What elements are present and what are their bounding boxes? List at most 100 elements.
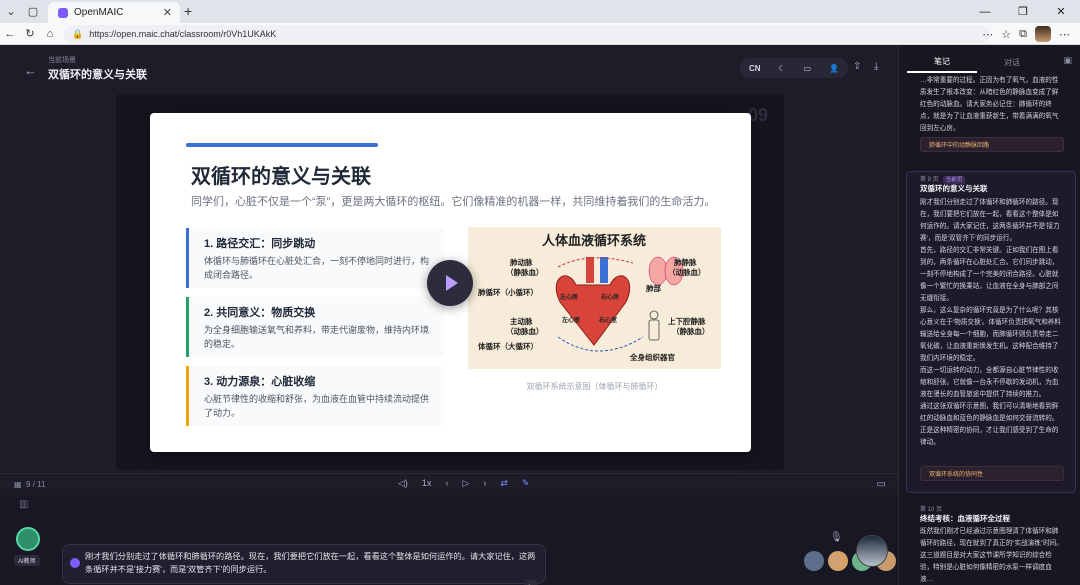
url-field[interactable]: 🔒 https://open.maic.chat/classroom/r0Vh1… [64, 25, 990, 43]
diagram-label: 上下腔静脉 [668, 316, 706, 326]
person-head [649, 310, 659, 320]
playback-controls: ◁) 1x ‹ ▷ › ⇄ ✎ [398, 478, 529, 489]
presentation-icon[interactable]: ▭ [804, 64, 812, 73]
user-avatar[interactable] [856, 535, 888, 567]
volume-icon[interactable]: ◁) [398, 478, 408, 489]
note-paragraph: 刚才我们分别走过了体循环和肺循环的路径。现在，我们要把它们放在一起，看看这个整体… [920, 199, 1060, 242]
scene-label: 当前场景 [48, 57, 76, 64]
chat-toggle-icon[interactable]: ▭ [877, 479, 886, 490]
diagram-label: （动脉血） [506, 326, 544, 336]
slide-card-3: 3. 动力源泉：心脏收缩 心脏节律性的收缩和舒张，为血液在血管中持续流动提供了动… [186, 366, 444, 426]
browser-tab[interactable]: OpenMAIC ✕ [48, 2, 180, 23]
close-window-icon[interactable]: ✕ [1042, 0, 1080, 23]
next-icon[interactable]: › [483, 478, 486, 489]
participant-avatar[interactable] [804, 551, 824, 571]
pen-icon[interactable]: ✎ [522, 478, 530, 489]
play-button[interactable] [427, 260, 473, 306]
book-icon[interactable]: ▥ [19, 499, 39, 511]
diagram-label: 右心房 [600, 293, 619, 301]
prev-icon[interactable]: ‹ [445, 478, 448, 489]
collections-icon[interactable]: ⧉ [1019, 28, 1027, 41]
current-note-body: 刚才我们分别走过了体循环和肺循环的路径。现在，我们要把它们放在一起，看看这个整体… [920, 197, 1064, 484]
tab-title: OpenMAIC [74, 7, 124, 18]
card-text: 体循环与肺循环在心脏处汇合，一刻不停地同时进行，构成闭合路径。 [204, 256, 430, 280]
note-chip[interactable]: 双循环系统的协同性 [920, 466, 1064, 481]
card-title: 3. 动力源泉：心脏收缩 [204, 376, 316, 388]
sidebar-tabs: 笔记 对话 [907, 53, 1075, 75]
browser-actions: ⋯ ☆ ⧉ ⋯ [982, 26, 1070, 42]
card-text: 心脏节律性的收缩和舒张，为血液在血管中持续流动提供了动力。 [204, 394, 430, 418]
vena-vessel [600, 257, 608, 283]
note-page-meta: 第 9 页当前页 [920, 174, 966, 184]
slide-accent-bar [186, 143, 378, 147]
profile-avatar[interactable] [1035, 26, 1051, 42]
tab-menu-icon[interactable]: ⌄ [0, 0, 22, 23]
note-title: 终结考核：血液循环全过程 [920, 514, 1010, 523]
lock-icon: 🔒 [72, 28, 84, 39]
chat-area: ▥ AI教师 刚才我们分别走过了体循环和肺循环的路径。现在，我们要把它们放在一起… [0, 495, 898, 585]
play-small-icon[interactable]: ▷ [462, 478, 469, 489]
slide-subtitle: 同学们，心脏不仅是一个“泵”，更是两大循环的枢纽。它们像精准的机器一样，共同维持… [191, 196, 716, 208]
previous-note-text: …非常重要的过程。正因为有了氧气，血液的性质发生了根本改变：从暗红色的静脉血变成… [920, 77, 1059, 132]
chat-bubble: 刚才我们分别走过了体循环和肺循环的路径。现在，我们要把它们放在一起，看看这个整体… [62, 544, 546, 584]
more-dots-icon[interactable]: ⋯ [982, 28, 993, 41]
minimize-icon[interactable]: — [966, 0, 1004, 23]
speed-button[interactable]: 1x [422, 478, 432, 489]
microphone-icon[interactable]: 🎙 [830, 532, 843, 543]
heart-shape [555, 275, 631, 346]
next-note-body: 既然我们刚才已经通过示意图理清了体循环和肺循环的路径，现在就到了真正的“实战演练… [920, 528, 1063, 582]
collapse-panel-icon[interactable]: ▣ [1063, 55, 1072, 66]
chip-label: 肺循环中的动静脉回路 [929, 143, 990, 149]
next-note-title: 终结考核：血液循环全过程 [920, 513, 1064, 526]
note-paragraph: 那么，这么复杂的循环究竟是为了什么呢？其核心意义在于'物质交换'。体循环负责把氧… [920, 307, 1061, 362]
ai-teacher-avatar[interactable] [16, 527, 40, 551]
grid-icon[interactable]: ▦ [14, 480, 22, 489]
back-arrow-icon[interactable]: ← [24, 63, 37, 78]
diagram-label: 全身组织器官 [629, 352, 675, 362]
ai-teacher-label: AI教师 [14, 555, 40, 566]
pulmonary-arrow [557, 257, 634, 268]
download-icon[interactable]: ⤓ [874, 61, 878, 72]
workspaces-icon[interactable]: ▢ [22, 0, 44, 23]
chat-bubble-icon[interactable]: ▢ [830, 555, 839, 566]
diagram-caption: 双循环系统示意图（体循环与肺循环） [526, 382, 663, 391]
settings-menu-icon[interactable]: ⋯ [1059, 28, 1070, 41]
language-button[interactable]: CN [749, 64, 761, 73]
user-icon[interactable]: 👤 [829, 64, 839, 73]
browser-tabbar: ⌄ ▢ OpenMAIC ✕ + — ❐ ✕ [0, 0, 1080, 23]
diagram-label: 肺部 [646, 283, 661, 293]
share-icon[interactable]: ⇪ [853, 61, 861, 72]
new-tab-button[interactable]: + [184, 3, 192, 19]
chip-label: 双循环系统的协同性 [929, 472, 984, 478]
url-text: https://open.maic.chat/classroom/r0Vh1UK… [89, 29, 277, 39]
current-note-title: 双循环的意义与关联 [920, 183, 1064, 196]
home-icon[interactable]: ⌂ [40, 28, 60, 40]
reload-icon[interactable]: ↻ [20, 27, 40, 40]
theme-moon-icon[interactable]: ☾ [778, 64, 785, 73]
speaker-dot-icon [70, 558, 80, 568]
diagram-label: 体循环（大循环） [478, 341, 538, 351]
note-paragraph: 通过这张双循环示意图，我们可以清晰地看到鲜红的动脉血和蓝色的静脉血是如何交替流转… [920, 403, 1059, 446]
window-controls: — ❐ ✕ [966, 0, 1080, 23]
slide-counter: ▦ 9 / 11 [14, 480, 45, 489]
diagram-label: 肺循环（小循环） [478, 287, 538, 297]
diagram-label: （动脉血） [668, 267, 706, 277]
close-tab-icon[interactable]: ✕ [163, 6, 172, 19]
diagram-label: 左心室 [561, 316, 580, 324]
view-toolbar: CN ☾ ▭ 👤 [740, 58, 848, 78]
slide-card-1: 1. 路径交汇：同步跳动 体循环与肺循环在心脏处汇合，一刻不停地同时进行，构成闭… [186, 228, 444, 288]
aorta-vessel [586, 257, 594, 283]
favorite-star-icon[interactable]: ☆ [1001, 28, 1011, 41]
note-paragraph: 首先，路径的交汇非常关键。正如我们在图上看到的，两条循环在心脏处汇合。它们同步跳… [920, 247, 1059, 302]
person-body [648, 319, 660, 341]
tab-chat[interactable]: 对话 [977, 57, 1047, 72]
tab-notes[interactable]: 笔记 [907, 56, 977, 73]
loop-icon[interactable]: ⇄ [500, 478, 508, 489]
card-text: 为全身细胞输送氧气和养料，带走代谢废物，维持内环境的稳定。 [204, 325, 430, 349]
restore-icon[interactable]: ❐ [1004, 0, 1042, 23]
note-chip[interactable]: 肺循环中的动静脉回路 [920, 137, 1064, 152]
card-title: 1. 路径交汇：同步跳动 [204, 238, 316, 250]
back-nav-icon[interactable]: ← [0, 28, 20, 40]
main-area: ← 当前场景 双循环的意义与关联 CN ☾ ▭ 👤 ⇪ ⤓ 09 双循环的意义与… [0, 45, 898, 585]
diagram-label: （静脉血） [672, 326, 710, 336]
